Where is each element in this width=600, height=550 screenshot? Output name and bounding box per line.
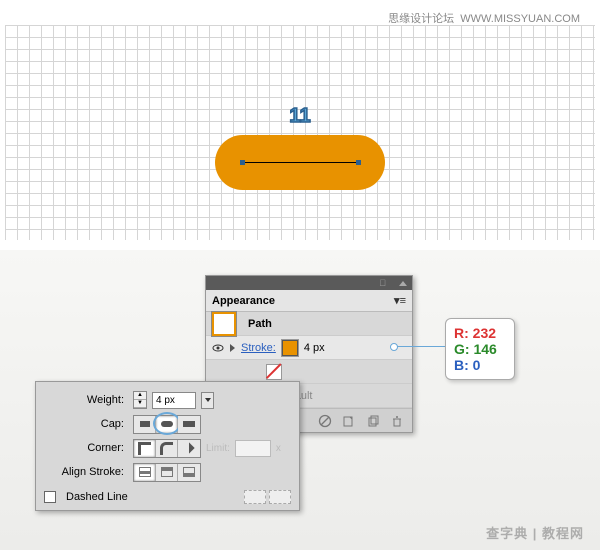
appearance-title-text: Appearance [212, 295, 275, 307]
none-swatch-icon[interactable] [266, 364, 282, 380]
canvas-grid: 11 [5, 25, 595, 240]
corner-round-button[interactable] [156, 440, 178, 457]
weight-label: Weight: [44, 394, 124, 406]
limit-field [235, 440, 271, 457]
orange-pill-shape[interactable] [215, 135, 385, 190]
corner-row: Corner: Limit: x [44, 436, 291, 460]
cap-row: Cap: [44, 412, 291, 436]
weight-stepper[interactable]: ▲ ▼ [133, 391, 147, 409]
dash-preserve-1[interactable] [244, 490, 266, 504]
align-inside-button[interactable] [156, 464, 178, 481]
limit-label: Limit: [206, 443, 230, 454]
stroke-panel: Weight: ▲ ▼ 4 px Cap: Corner: Limit: x [35, 381, 300, 511]
panel-title: Appearance ▾≡ [206, 290, 412, 312]
panel-dragbar[interactable]:  [206, 276, 412, 290]
align-label: Align Stroke: [44, 466, 124, 478]
site-label: 思缘设计论坛 [388, 13, 454, 25]
visibility-icon[interactable] [212, 342, 224, 354]
stroke-weight-value: 4 px [304, 342, 325, 354]
align-outside-button[interactable] [178, 464, 200, 481]
dash-preserve-buttons [244, 490, 291, 504]
align-center-icon [139, 467, 151, 477]
align-inside-icon [161, 467, 173, 477]
watermark: 查字典 | 教程网 [486, 523, 584, 542]
dash-preserve-2[interactable] [269, 490, 291, 504]
callout-leader [394, 346, 446, 347]
align-center-button[interactable] [134, 464, 156, 481]
rgb-g: G: 146 [454, 341, 506, 357]
stepper-down-icon[interactable]: ▼ [134, 400, 146, 408]
rgb-b: B: 0 [454, 357, 506, 373]
new-icon[interactable] [342, 414, 356, 428]
align-buttons [133, 463, 201, 482]
duplicate-icon[interactable] [366, 414, 380, 428]
object-type-label: Path [248, 318, 272, 330]
stroke-row[interactable]: Stroke: 4 px [206, 336, 412, 360]
corner-miter-button[interactable] [134, 440, 156, 457]
stroked-path-segment[interactable] [243, 162, 358, 163]
corner-bevel-button[interactable] [178, 440, 200, 457]
align-outside-icon [183, 467, 195, 477]
expand-arrow-icon[interactable] [230, 344, 235, 352]
object-row[interactable]: Path [206, 312, 412, 336]
rgb-r: R: 232 [454, 325, 506, 341]
rgb-callout: R: 232 G: 146 B: 0 [445, 318, 515, 380]
cap-buttons [133, 415, 201, 434]
site-url: WWW.MISSYUAN.COM [460, 13, 580, 25]
weight-field[interactable]: 4 px [152, 392, 196, 409]
cap-label: Cap: [44, 418, 124, 430]
weight-row: Weight: ▲ ▼ 4 px [44, 388, 291, 412]
cap-projecting-icon [183, 421, 195, 427]
stepper-up-icon[interactable]: ▲ [134, 392, 146, 400]
stroke-color-swatch[interactable] [282, 340, 298, 356]
stroke-link[interactable]: Stroke: [241, 342, 276, 354]
align-row: Align Stroke: [44, 460, 291, 484]
cap-butt-icon [140, 421, 150, 427]
weight-dropdown[interactable] [201, 392, 214, 409]
trash-icon[interactable] [390, 414, 404, 428]
corner-buttons [133, 439, 201, 458]
cap-round-button[interactable] [156, 416, 178, 433]
panel-grip-icon:  [379, 278, 387, 288]
corner-label: Corner: [44, 442, 124, 454]
dashed-checkbox[interactable] [44, 491, 56, 503]
dashed-label: Dashed Line [66, 491, 128, 503]
object-thumbnail [212, 312, 236, 336]
dashed-row: Dashed Line [44, 490, 291, 504]
no-action-icon[interactable] [318, 414, 332, 428]
site-credit: 思缘设计论坛 WWW.MISSYUAN.COM [388, 10, 580, 26]
panel-collapse-icon[interactable] [399, 281, 407, 286]
cap-projecting-button[interactable] [178, 416, 200, 433]
panel-menu-icon[interactable]: ▾≡ [394, 294, 406, 307]
highlight-ring [153, 412, 181, 435]
step-number-badge: 11 [289, 105, 310, 128]
limit-suffix: x [276, 443, 281, 454]
